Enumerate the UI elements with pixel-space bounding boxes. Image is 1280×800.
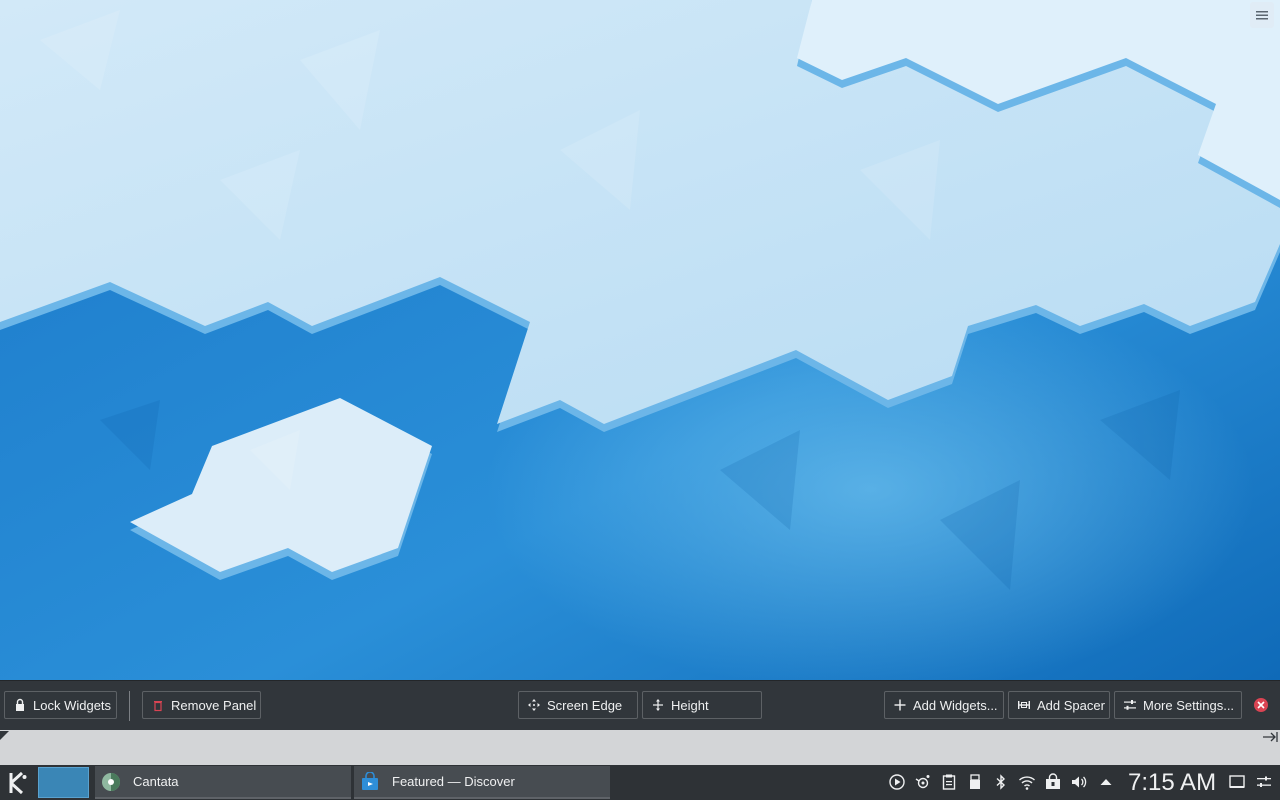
taskbar-panel: Cantata Featured — Discover 7:15 AM	[0, 765, 1280, 800]
task-discover[interactable]: Featured — Discover	[354, 766, 610, 799]
more-settings-button[interactable]: More Settings...	[1114, 691, 1242, 719]
desktop-wallpaper	[0, 0, 1280, 680]
task-cantata[interactable]: Cantata	[95, 766, 351, 799]
move-icon	[527, 698, 541, 712]
clipboard-icon[interactable]	[940, 773, 958, 791]
resize-height-icon	[651, 698, 665, 712]
screen-edge-button[interactable]: Screen Edge	[518, 691, 638, 719]
remove-panel-label: Remove Panel	[171, 697, 257, 713]
min-length-slider-icon[interactable]	[0, 731, 10, 741]
remove-panel-button[interactable]: Remove Panel	[142, 691, 261, 719]
lock-widgets-label: Lock Widgets	[33, 697, 112, 713]
add-widgets-label: Add Widgets...	[913, 697, 998, 713]
add-widgets-button[interactable]: Add Widgets...	[884, 691, 1004, 719]
panel-ruler[interactable]	[0, 730, 1280, 765]
hamburger-menu-icon	[1256, 11, 1268, 20]
pager-desktop-1[interactable]	[38, 767, 89, 798]
panel-length-handle-icon[interactable]	[1262, 730, 1278, 744]
screen-edge-label: Screen Edge	[547, 697, 623, 713]
add-spacer-button[interactable]: Add Spacer	[1008, 691, 1110, 719]
kde-logo-icon	[9, 771, 27, 794]
desktop-toolbox-button[interactable]	[1250, 2, 1274, 28]
spacer-icon	[1017, 698, 1031, 712]
panel-settings-icon[interactable]	[1255, 773, 1273, 791]
lock-widgets-button[interactable]: Lock Widgets	[4, 691, 117, 719]
discover-icon	[360, 771, 380, 792]
bluetooth-icon[interactable]	[992, 773, 1010, 791]
task-label: Cantata	[133, 774, 179, 789]
show-desktop-icon[interactable]	[1228, 773, 1246, 791]
cantata-icon	[101, 772, 121, 792]
kde-connect-icon[interactable]	[914, 773, 932, 791]
digital-clock[interactable]: 7:15 AM	[1128, 769, 1216, 797]
height-button[interactable]: Height	[642, 691, 762, 719]
updates-icon[interactable]	[1044, 773, 1062, 791]
application-launcher[interactable]	[2, 766, 34, 799]
task-label: Featured — Discover	[392, 774, 515, 789]
lock-icon	[13, 698, 27, 712]
expand-tray-icon[interactable]	[1097, 773, 1115, 791]
height-label: Height	[671, 697, 709, 713]
more-settings-label: More Settings...	[1143, 697, 1235, 713]
media-player-icon[interactable]	[888, 773, 906, 791]
close-icon[interactable]	[1253, 697, 1269, 713]
trash-icon	[151, 698, 165, 712]
settings-sliders-icon	[1123, 698, 1137, 712]
panel-configuration-toolbar: Lock Widgets Remove Panel Screen Edge He…	[0, 680, 1280, 731]
plus-icon	[893, 698, 907, 712]
add-spacer-label: Add Spacer	[1037, 697, 1105, 713]
wifi-icon[interactable]	[1018, 773, 1036, 791]
usb-device-icon[interactable]	[966, 773, 984, 791]
toolbar-separator	[129, 691, 130, 721]
volume-icon[interactable]	[1070, 773, 1088, 791]
